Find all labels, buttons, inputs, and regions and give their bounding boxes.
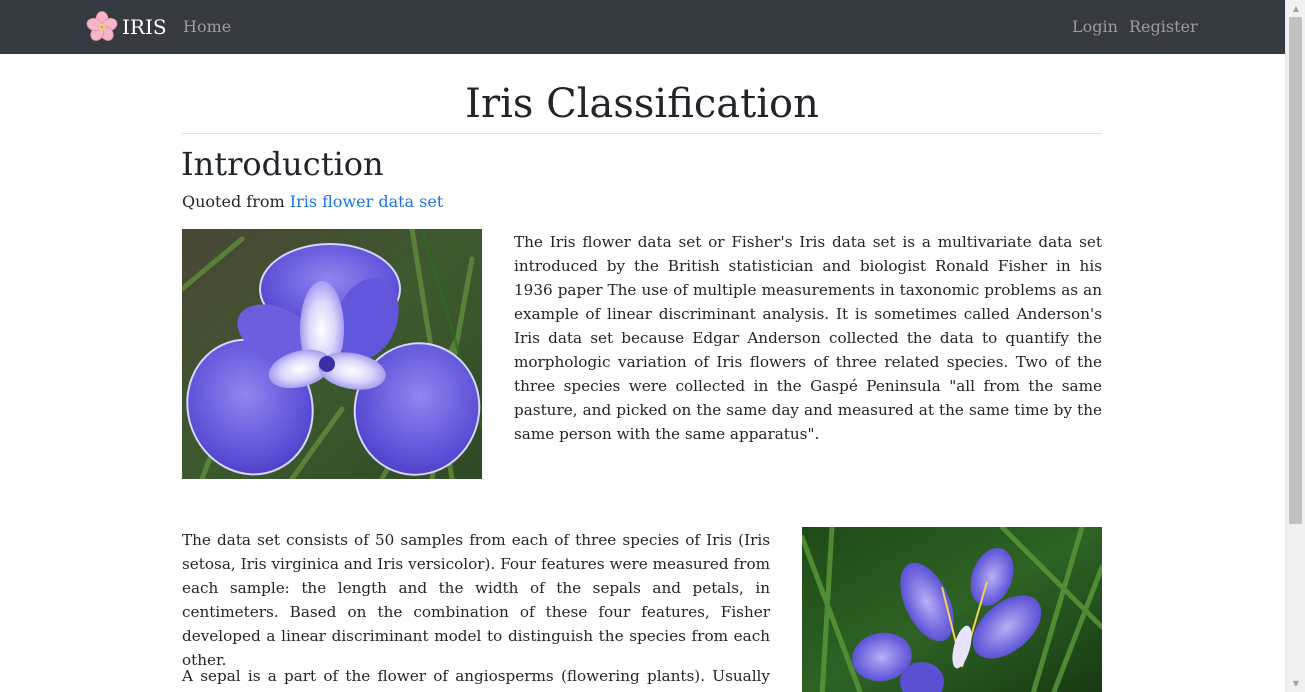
introduction-heading: Introduction (181, 145, 384, 183)
brand-text: IRIS (122, 15, 167, 39)
cherry-blossom-icon (86, 11, 118, 41)
nav-home-link[interactable]: Home (183, 16, 231, 38)
nav-login-link[interactable]: Login (1072, 16, 1118, 38)
scroll-down-arrow-icon[interactable]: ▼ (1286, 675, 1305, 692)
brand-link[interactable]: IRIS (86, 10, 167, 44)
iris-setosa-photo (182, 229, 482, 479)
intro-paragraph-2: The data set consists of 50 samples from… (182, 531, 770, 669)
intro-paragraph-1: The Iris flower data set or Fisher's Iri… (514, 233, 1102, 443)
iris-versicolor-photo (802, 527, 1102, 692)
scroll-up-arrow-icon[interactable]: ▲ (1286, 0, 1305, 17)
nav-register-link[interactable]: Register (1129, 16, 1198, 38)
iris-dataset-link[interactable]: Iris flower data set (290, 192, 444, 211)
vertical-scrollbar[interactable]: ▲ ▼ (1285, 0, 1305, 692)
quote-source: Quoted from Iris flower data set (182, 190, 443, 214)
scrollbar-thumb[interactable] (1289, 17, 1302, 524)
title-divider (182, 133, 1102, 134)
sepal-paragraph: A sepal is a part of the flower of angio… (182, 667, 770, 692)
quote-prefix: Quoted from (182, 192, 290, 211)
page-title: Iris Classification (465, 81, 819, 127)
top-navbar: IRIS Home Login Register (0, 0, 1285, 54)
